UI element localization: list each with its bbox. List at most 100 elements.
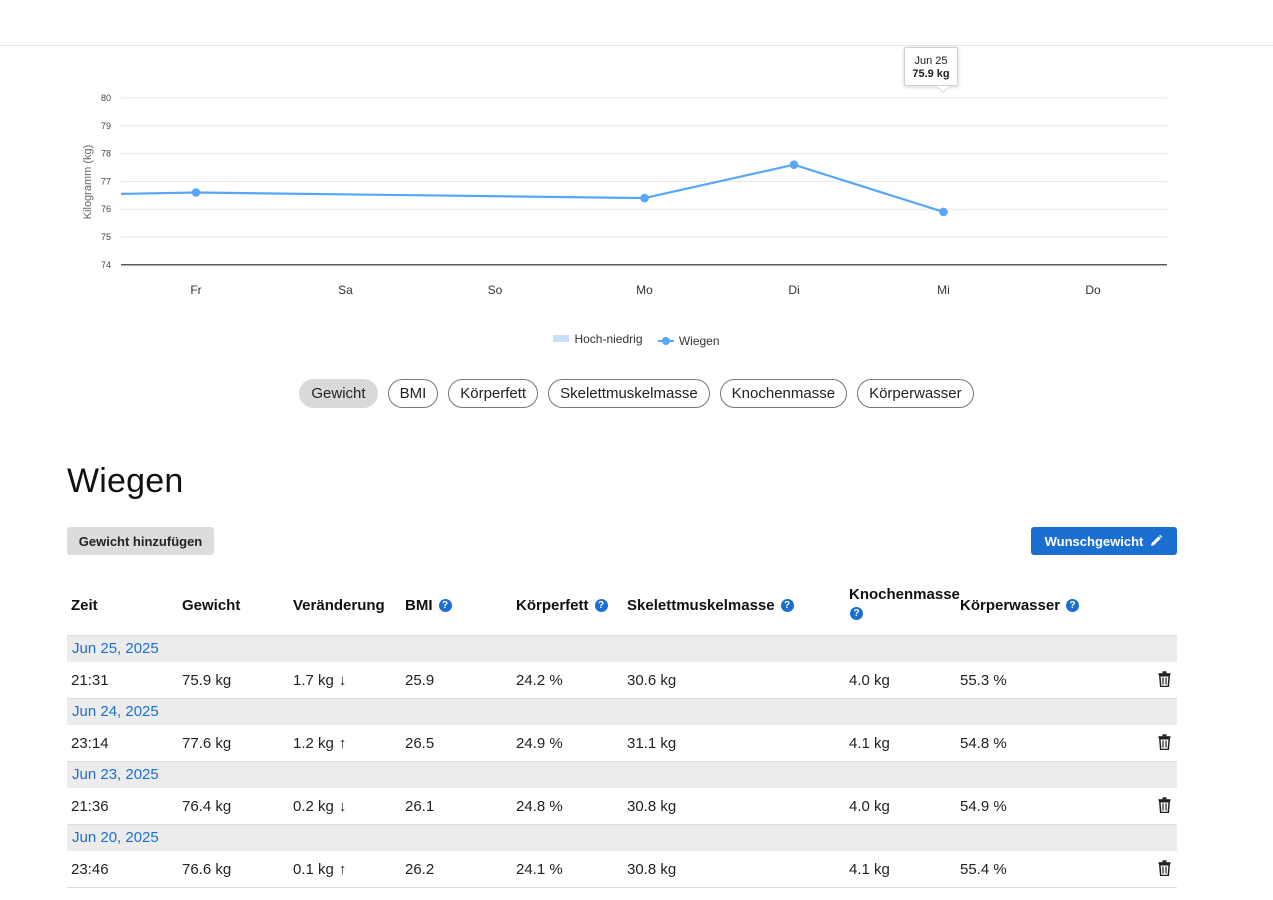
y-tick-label: 80 <box>101 93 111 103</box>
date-group-row: Jun 25, 2025 <box>67 636 1177 662</box>
cell-body-fat: 24.2 % <box>516 672 563 689</box>
date-group-row: Jun 23, 2025 <box>67 762 1177 788</box>
cell-bmi: 25.9 <box>405 672 435 689</box>
table-row: 23:14 77.6 kg 1.2 kg ↑ 26.5 24.9 % 31.1 kg 4.1 … <box>67 725 1177 762</box>
header-label: BMI <box>405 597 433 614</box>
cell-weight: 76.6 kg <box>182 861 232 878</box>
header-label: Knochenmasse <box>849 586 960 603</box>
line-marker-swatch-icon <box>657 337 674 345</box>
change-arrow-icon: ↑ <box>338 861 347 878</box>
trash-icon[interactable] <box>1158 860 1171 876</box>
cell-bone-mass: 4.0 kg <box>849 798 890 815</box>
cell-change: 1.2 kg ↑ <box>293 725 346 762</box>
cell-weight: 75.9 kg <box>182 672 232 689</box>
cell-muscle-mass: 30.8 kg <box>627 798 677 815</box>
cell-body-fat: 24.9 % <box>516 735 563 752</box>
cell-body-water: 55.3 % <box>960 672 1007 689</box>
header-koerperwasser: Körperwasser? <box>960 597 1080 614</box>
header-knochenmasse: Knochenmasse? <box>849 586 960 620</box>
cell-time: 23:46 <box>71 861 109 878</box>
cell-bmi: 26.5 <box>405 735 435 752</box>
cell-muscle-mass: 30.6 kg <box>627 672 677 689</box>
data-point-wiegen <box>191 188 201 197</box>
change-value: 0.2 kg <box>293 798 334 815</box>
legend-label: Hoch-niedrig <box>574 331 643 346</box>
tooltip-date: Jun 25 <box>914 55 948 67</box>
cell-change: 0.1 kg ↑ <box>293 851 346 888</box>
header-label: Skelettmuskelmasse <box>627 597 775 614</box>
change-value: 1.7 kg <box>293 672 334 689</box>
change-value: 0.1 kg <box>293 861 334 878</box>
x-tick-label: Sa <box>338 283 353 297</box>
cell-weight: 76.4 kg <box>182 798 232 815</box>
x-tick-label: Mi <box>937 283 950 297</box>
help-icon[interactable]: ? <box>850 607 863 620</box>
y-tick-label: 76 <box>101 204 111 214</box>
tab-knochenmasse[interactable]: Knochenmasse <box>719 379 848 408</box>
chart-legend: Hoch-niedrig Wiegen <box>0 331 1273 348</box>
weight-chart: 80 79 78 77 76 75 74 Fr Sa So Mo Di Mi Do Kilogramm (k… <box>82 93 1167 297</box>
cell-time: 21:36 <box>71 798 109 815</box>
tooltip-value: 75.9 kg <box>912 68 950 80</box>
date-group-row: Jun 24, 2025 <box>67 699 1177 725</box>
header-label: Körperfett <box>516 597 589 614</box>
cell-bmi: 26.2 <box>405 861 435 878</box>
table-header: Zeit Gewicht Veränderung BMI? Körperfett… <box>67 578 1177 636</box>
y-tick-label: 79 <box>101 121 111 131</box>
table-row: 21:36 76.4 kg 0.2 kg ↓ 26.1 24.8 % 30.8 kg 4.0 … <box>67 788 1177 825</box>
add-weight-button[interactable]: Gewicht hinzufügen <box>67 527 214 555</box>
table-body: Jun 25, 2025 21:31 75.9 kg 1.7 kg ↓ 25.9 24.2 … <box>67 636 1177 888</box>
tab-bmi[interactable]: BMI <box>387 379 439 408</box>
pencil-icon <box>1151 534 1163 546</box>
cell-bone-mass: 4.0 kg <box>849 672 890 689</box>
header-koerperfett: Körperfett? <box>516 597 608 614</box>
header-zeit: Zeit <box>71 597 98 614</box>
metric-tabs: Gewicht BMI Körperfett Skelettmuskelmass… <box>0 379 1273 408</box>
cell-weight: 77.6 kg <box>182 735 232 752</box>
header-label: Körperwasser <box>960 597 1061 614</box>
change-arrow-icon: ↓ <box>338 672 347 689</box>
y-tick-label: 78 <box>101 149 111 159</box>
x-tick-label: Di <box>788 283 799 297</box>
change-arrow-icon: ↑ <box>338 735 347 752</box>
legend-item-hoch-niedrig[interactable]: Hoch-niedrig <box>553 331 643 346</box>
band-swatch-icon <box>553 335 570 342</box>
header-label: Zeit <box>71 597 98 614</box>
cell-body-water: 54.9 % <box>960 798 1007 815</box>
cell-body-water: 54.8 % <box>960 735 1007 752</box>
header-veraenderung: Veränderung <box>293 597 385 614</box>
change-arrow-icon: ↓ <box>338 798 347 815</box>
target-weight-button[interactable]: Wunschgewicht <box>1031 527 1177 555</box>
cell-bmi: 26.1 <box>405 798 435 815</box>
cell-change: 0.2 kg ↓ <box>293 788 346 825</box>
tab-koerperfett[interactable]: Körperfett <box>448 379 539 408</box>
header-gewicht: Gewicht <box>182 597 240 614</box>
x-tick-label: Do <box>1085 283 1101 297</box>
tab-gewicht[interactable]: Gewicht <box>299 379 378 408</box>
table-row: 21:31 75.9 kg 1.7 kg ↓ 25.9 24.2 % 30.6 kg 4.0 … <box>67 662 1177 699</box>
trash-icon[interactable] <box>1158 671 1171 687</box>
cell-muscle-mass: 31.1 kg <box>627 735 677 752</box>
y-axis-label: Kilogramm (kg) <box>82 145 94 220</box>
legend-item-wiegen[interactable]: Wiegen <box>657 334 720 348</box>
header-label: Gewicht <box>182 597 241 614</box>
trash-icon[interactable] <box>1158 797 1171 813</box>
help-icon[interactable]: ? <box>438 599 452 612</box>
tab-koerperwasser[interactable]: Körperwasser <box>857 379 974 408</box>
cell-body-water: 55.4 % <box>960 861 1007 878</box>
cell-muscle-mass: 30.8 kg <box>627 861 677 878</box>
cell-change: 1.7 kg ↓ <box>293 662 346 699</box>
help-icon[interactable]: ? <box>1066 599 1080 612</box>
help-icon[interactable]: ? <box>594 599 608 612</box>
legend-label: Wiegen <box>678 334 720 348</box>
y-tick-label: 77 <box>101 176 111 186</box>
header-skelettmuskelmasse: Skelettmuskelmasse? <box>627 597 794 614</box>
trash-icon[interactable] <box>1158 734 1171 750</box>
series-line-wiegen <box>120 163 944 214</box>
cell-body-fat: 24.8 % <box>516 798 563 815</box>
tab-skelettmuskelmasse[interactable]: Skelettmuskelmasse <box>548 379 710 408</box>
change-value: 1.2 kg <box>293 735 334 752</box>
weigh-in-table: Zeit Gewicht Veränderung BMI? Körperfett… <box>67 578 1177 888</box>
section-title: Wiegen <box>67 462 184 500</box>
help-icon[interactable]: ? <box>780 599 794 612</box>
